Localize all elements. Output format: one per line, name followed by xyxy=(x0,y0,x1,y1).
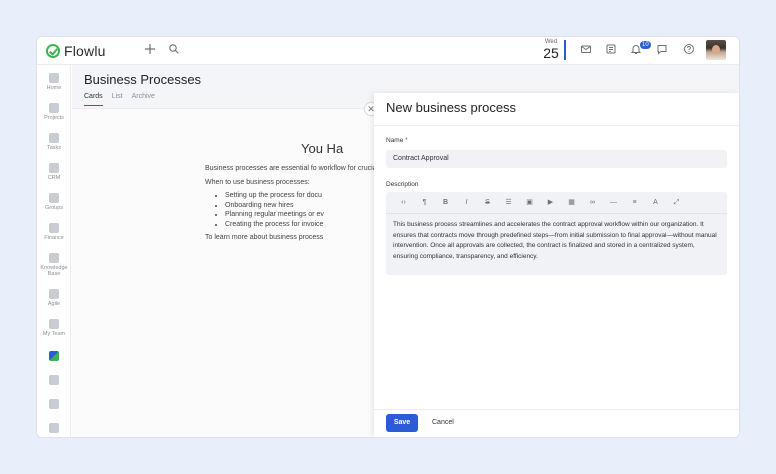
list-icon[interactable]: ☰ xyxy=(498,198,519,208)
panel-footer: Save Cancel xyxy=(374,409,739,437)
logo[interactable]: Flowlu xyxy=(46,43,106,59)
description-label: Description xyxy=(386,181,419,188)
date-widget[interactable]: Wed 25 xyxy=(540,39,562,61)
sidebar-item-tasks[interactable]: Tasks xyxy=(37,133,71,151)
apps-icon xyxy=(49,375,59,385)
image-icon[interactable]: ▣ xyxy=(519,198,540,208)
notifications-badge: 10 xyxy=(640,41,651,49)
projects-icon xyxy=(49,103,59,113)
save-button[interactable]: Save xyxy=(386,414,418,432)
logo-check-icon xyxy=(46,44,60,58)
paragraph-icon[interactable]: ¶ xyxy=(414,198,435,208)
more-icon xyxy=(49,423,59,433)
empty-state-heading: You Ha xyxy=(301,141,344,156)
sidebar-item-label: Knowledge Base xyxy=(40,265,68,277)
sidebar-item-settings[interactable] xyxy=(37,399,71,409)
name-label: Name * xyxy=(386,137,408,144)
bold-icon[interactable]: B xyxy=(435,198,456,208)
sidebar-item-label: Tasks xyxy=(46,145,62,151)
editor-toolbar: ‹› ¶ B I S ☰ ▣ ▶ ▦ ∞ — ≡ A ⤢ xyxy=(386,192,727,214)
code-icon[interactable]: ‹› xyxy=(393,198,414,208)
new-process-panel: New business process Name * Contract App… xyxy=(374,93,739,437)
name-input[interactable]: Contract Approval xyxy=(386,150,727,168)
logo-text: Flowlu xyxy=(64,43,106,59)
italic-icon[interactable]: I xyxy=(456,198,477,208)
sidebar-item-apps[interactable] xyxy=(37,375,71,385)
sidebar-item-knowledge-base[interactable]: Knowledge Base xyxy=(37,253,71,277)
sidebar-item-label: Projects xyxy=(44,115,64,121)
home-icon xyxy=(49,73,59,83)
search-icon[interactable] xyxy=(167,43,181,57)
table-icon[interactable]: ▦ xyxy=(561,198,582,208)
top-bar: Flowlu Wed 25 10 xyxy=(37,37,739,65)
crm-icon xyxy=(49,163,59,173)
strike-icon[interactable]: S xyxy=(477,198,498,208)
plus-icon[interactable] xyxy=(143,43,157,57)
help-icon[interactable] xyxy=(682,43,696,57)
required-marker: * xyxy=(405,137,408,144)
description-editor[interactable]: ‹› ¶ B I S ☰ ▣ ▶ ▦ ∞ — ≡ A ⤢ This busine… xyxy=(386,192,727,275)
notes-icon[interactable] xyxy=(604,43,618,57)
sidebar-item-finance[interactable]: Finance xyxy=(37,223,71,241)
sidebar-item-label: Home xyxy=(46,85,62,91)
date-day: 25 xyxy=(543,45,559,61)
groups-icon xyxy=(49,193,59,203)
sidebar-item-crm[interactable]: CRM xyxy=(37,163,71,181)
settings-icon xyxy=(49,399,59,409)
hr-icon[interactable]: — xyxy=(603,198,624,208)
processes-icon xyxy=(49,351,59,361)
sidebar-item-label: Agile xyxy=(47,301,61,307)
sidebar-item-label: Finance xyxy=(44,235,64,241)
sidebar-item-label: Groups xyxy=(44,205,64,211)
sidebar-item-home[interactable]: Home xyxy=(37,73,71,91)
panel-title: New business process xyxy=(386,100,517,115)
align-icon[interactable]: ≡ xyxy=(624,198,645,208)
text-color-icon[interactable]: A xyxy=(645,198,666,208)
sidebar-item-label: CRM xyxy=(47,175,61,181)
sidebar-item-agile[interactable]: Agile xyxy=(37,289,71,307)
app-window: Flowlu Wed 25 10 Home Projects Tasks CRM… xyxy=(36,36,740,438)
divider xyxy=(374,125,739,126)
user-avatar[interactable] xyxy=(706,40,726,60)
agile-icon xyxy=(49,289,59,299)
sidebar: Home Projects Tasks CRM Groups Finance K… xyxy=(37,65,71,437)
description-text[interactable]: This business process streamlines and ac… xyxy=(393,220,719,262)
tab-archive[interactable]: Archive xyxy=(132,93,155,106)
sidebar-item-groups[interactable]: Groups xyxy=(37,193,71,211)
sidebar-item-projects[interactable]: Projects xyxy=(37,103,71,121)
cancel-button[interactable]: Cancel xyxy=(432,414,454,432)
sidebar-item-more[interactable] xyxy=(37,423,71,433)
chat-icon[interactable] xyxy=(655,43,669,57)
mail-icon[interactable] xyxy=(579,43,593,57)
link-icon[interactable]: ∞ xyxy=(582,198,603,208)
view-tabs: Cards List Archive xyxy=(84,93,155,106)
sidebar-item-my-team[interactable]: My Team xyxy=(37,319,71,337)
sidebar-item-label: My Team xyxy=(42,331,66,337)
expand-icon[interactable]: ⤢ xyxy=(666,198,687,208)
tasks-icon xyxy=(49,133,59,143)
tab-cards[interactable]: Cards xyxy=(84,93,103,106)
main-content: Business Processes Cards List Archive Yo… xyxy=(72,65,739,437)
date-divider xyxy=(564,40,566,60)
video-icon[interactable]: ▶ xyxy=(540,198,561,208)
page-title: Business Processes xyxy=(84,72,202,87)
knowledge-icon xyxy=(49,253,59,263)
team-icon xyxy=(49,319,59,329)
name-label-text: Name xyxy=(386,137,404,144)
tab-list[interactable]: List xyxy=(112,93,123,106)
finance-icon xyxy=(49,223,59,233)
sidebar-item-processes[interactable] xyxy=(37,351,71,361)
